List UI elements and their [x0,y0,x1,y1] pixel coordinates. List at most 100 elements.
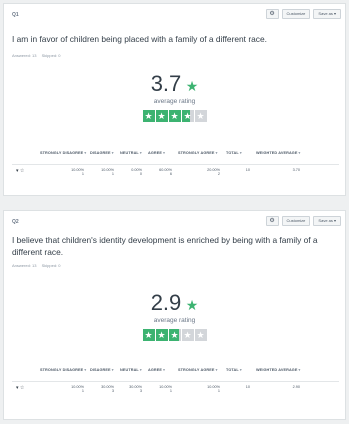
rating-star-icon: ★ [142,329,155,341]
column-header[interactable]: STRONGLY AGREE ▾ [178,368,226,381]
column-header[interactable]: TOTAL ▾ [226,151,256,164]
sort-arrow-icon[interactable]: ▾ [139,151,142,155]
card-toolbar: ⚙ Customize Save as ▾ [265,9,341,19]
cell-count: 10 [245,168,250,172]
sort-arrow-icon[interactable]: ▾ [83,368,86,372]
cell-count: 3 [111,389,114,394]
answered-count: Answered: 13 [12,263,37,268]
table-cell: 60.00% 6 [148,168,178,178]
sort-arrow-icon[interactable]: ▾ [215,368,218,372]
cell-count: 10 [245,385,250,389]
table-cell: 10 [226,385,256,395]
sort-arrow-icon[interactable]: ▾ [111,151,114,155]
row-header-cell [12,151,40,164]
table-cell: 30.00% 3 [120,385,148,395]
sort-arrow-icon[interactable]: ▾ [162,368,165,372]
column-header[interactable]: STRONGLY DISAGREE ▾ [40,151,90,164]
column-header[interactable]: TOTAL ▾ [226,368,256,381]
rating-star-icon: ★ [181,329,194,341]
star-rating-bar: ★ ★ ★ ★ ★ [4,329,345,341]
question-number: Q1 [12,12,19,18]
sort-arrow-icon[interactable]: ▾ [139,368,142,372]
rating-value: 3.7 [150,71,182,96]
table-cell: 10.00% 1 [40,168,90,178]
table-cell: 3.70 [256,168,306,178]
row-expand-icons[interactable]: ▾ ☆ [12,385,40,395]
sort-arrow-icon[interactable]: ▾ [162,151,165,155]
customize-button[interactable]: Customize [281,216,311,226]
cell-count: 0 [139,172,142,177]
response-table: STRONGLY DISAGREE ▾ DISAGREE ▾ NEUTRAL ▾ AG… [12,151,339,178]
table-header: STRONGLY DISAGREE ▾ DISAGREE ▾ NEUTRAL ▾ AG… [12,151,339,165]
sort-arrow-icon[interactable]: ▾ [111,368,114,372]
column-header[interactable]: NEUTRAL ▾ [120,368,148,381]
sort-arrow-icon[interactable]: ▾ [239,368,242,372]
save-as-button[interactable]: Save as ▾ [313,216,341,226]
column-header[interactable]: NEUTRAL ▾ [120,151,148,164]
cell-count: 2 [217,172,220,177]
cell-count: 1 [81,172,84,177]
table-cell: 10.00% 1 [148,385,178,395]
settings-icon[interactable]: ⚙ [265,9,279,19]
column-header[interactable]: STRONGLY AGREE ▾ [178,151,226,164]
sort-arrow-icon[interactable]: ▾ [215,151,218,155]
table-cell: 10.00% 1 [178,385,226,395]
row-expand-icons[interactable]: ▾ ☆ [12,168,40,178]
rating-star-icon: ★ [168,329,181,341]
column-header[interactable]: WEIGHTED AVERAGE ▾ [256,151,306,164]
rating-label: average rating [153,317,196,324]
response-table: STRONGLY DISAGREE ▾ DISAGREE ▾ NEUTRAL ▾ AG… [12,368,339,395]
customize-button[interactable]: Customize [281,9,311,19]
cell-count: 1 [111,172,114,177]
cell-count: 2.90 [292,385,300,389]
column-header[interactable]: AGREE ▾ [148,368,178,381]
column-header[interactable]: AGREE ▾ [148,151,178,164]
sort-arrow-icon[interactable]: ▾ [297,151,301,155]
table-cell: 0.00% 0 [120,168,148,178]
question-text: I am in favor of children being placed w… [12,34,267,44]
table-cell: 30.00% 3 [90,385,120,395]
sort-arrow-icon[interactable]: ▾ [239,151,242,155]
column-header[interactable]: WEIGHTED AVERAGE ▾ [256,368,306,381]
rating-star-icon: ★ [142,110,155,122]
rating-label: average rating [153,98,196,105]
cell-count: 3 [139,389,142,394]
cell-count: 1 [217,389,220,394]
settings-icon[interactable]: ⚙ [265,216,279,226]
response-meta: Answered: 13 Skipped: 0 [12,53,65,58]
table-header: STRONGLY DISAGREE ▾ DISAGREE ▾ NEUTRAL ▾ AG… [12,368,339,382]
skipped-count: Skipped: 0 [41,53,61,58]
skipped-count: Skipped: 0 [41,263,61,268]
star-icon: ★ [185,78,199,94]
rating-star-icon: ★ [194,329,207,341]
average-rating: 2.9 ★ average rating ★ ★ ★ ★ ★ [4,291,345,341]
question-card-q2: Q2 ⚙ Customize Save as ▾ I believe that … [3,210,346,420]
save-as-button[interactable]: Save as ▾ [313,9,341,19]
rating-star-icon: ★ [155,110,168,122]
rating-star-icon: ★ [181,110,194,122]
cell-count: 1 [81,389,84,394]
star-rating-bar: ★ ★ ★ ★ ★ [4,110,345,122]
cell-count: 3.70 [292,168,300,172]
table-cell: 2.90 [256,385,306,395]
sort-arrow-icon[interactable]: ▾ [83,151,86,155]
table-cell: 10.00% 1 [40,385,90,395]
star-icon: ★ [185,297,199,313]
table-cell: 20.00% 2 [178,168,226,178]
table-cell: 10.00% 1 [90,168,120,178]
card-toolbar: ⚙ Customize Save as ▾ [265,216,341,226]
column-header[interactable]: DISAGREE ▾ [90,368,120,381]
average-rating: 3.7 ★ average rating ★ ★ ★ ★ ★ [4,72,345,122]
column-header[interactable]: STRONGLY DISAGREE ▾ [40,368,90,381]
rating-value: 2.9 [150,290,182,315]
cell-count: 6 [169,172,172,177]
sort-arrow-icon[interactable]: ▾ [297,368,301,372]
question-text: I believe that children's identity devel… [12,235,318,257]
rating-star-icon: ★ [168,110,181,122]
table-cell: 10 [226,168,256,178]
rating-star-icon: ★ [155,329,168,341]
cell-count: 1 [169,389,172,394]
table-row: ▾ ☆ 10.00% 1 10.00% 1 0.00% 0 60.00% 6 20.00% 2 10 3… [12,165,339,178]
question-card-q1: Q1 ⚙ Customize Save as ▾ I am in favor o… [3,3,346,196]
column-header[interactable]: DISAGREE ▾ [90,151,120,164]
